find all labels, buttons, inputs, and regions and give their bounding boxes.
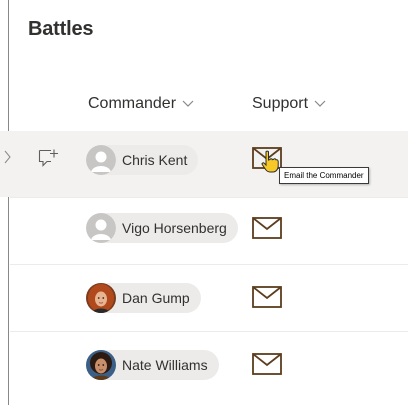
commander-name: Chris Kent xyxy=(122,152,188,168)
chevron-down-icon xyxy=(182,100,194,107)
persona-chip[interactable]: Nate Williams xyxy=(86,350,219,380)
avatar xyxy=(86,213,116,243)
column-header-commander[interactable]: Commander xyxy=(88,95,194,113)
persona-chip[interactable]: Chris Kent xyxy=(86,145,199,175)
mail-icon[interactable] xyxy=(252,353,282,375)
commander-name: Vigo Horsenberg xyxy=(122,220,227,236)
avatar xyxy=(86,350,116,380)
avatar xyxy=(86,145,116,175)
commander-name: Dan Gump xyxy=(122,290,190,306)
mail-icon[interactable] xyxy=(252,217,282,239)
photo-red-hair xyxy=(86,283,116,313)
tooltip: Email the Commander xyxy=(279,167,369,184)
avatar xyxy=(86,283,116,313)
column-header-support-label: Support xyxy=(252,95,309,112)
commander-name: Nate Williams xyxy=(122,357,208,373)
column-header-support[interactable]: Support xyxy=(252,95,326,113)
person-placeholder-icon xyxy=(86,213,116,243)
table-row[interactable] xyxy=(0,131,408,197)
hand-cursor-icon xyxy=(261,150,279,173)
mail-icon[interactable] xyxy=(252,286,282,308)
chevron-down-icon xyxy=(314,100,326,107)
drag-handle-icon[interactable] xyxy=(4,150,12,164)
person-placeholder-icon xyxy=(86,145,116,175)
persona-chip[interactable]: Vigo Horsenberg xyxy=(86,213,238,243)
table-row[interactable] xyxy=(0,265,408,331)
persona-chip[interactable]: Dan Gump xyxy=(86,283,201,313)
page-title: Battles xyxy=(28,18,94,40)
photo-dark-hair xyxy=(86,350,116,380)
comment-add-icon[interactable] xyxy=(38,148,58,168)
column-header-commander-label: Commander xyxy=(88,95,177,112)
